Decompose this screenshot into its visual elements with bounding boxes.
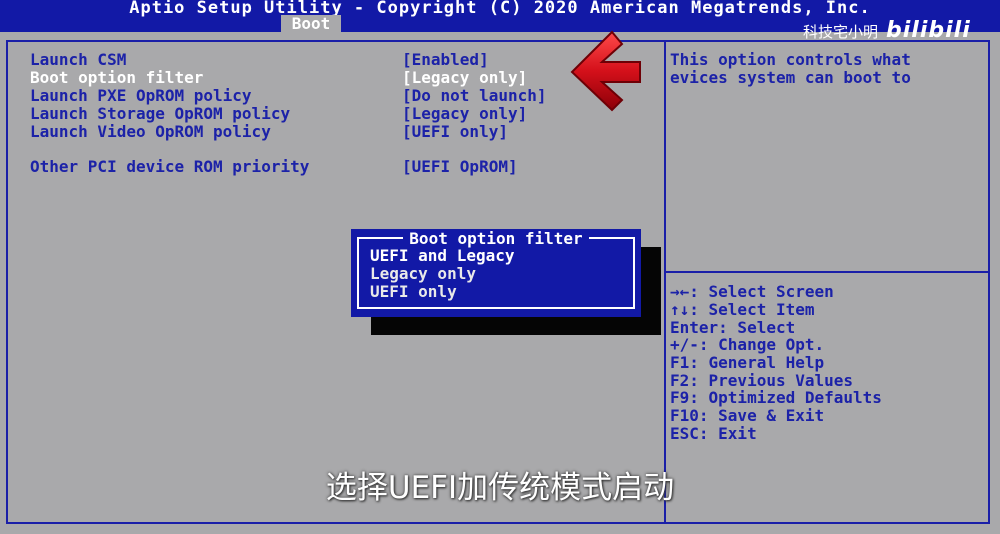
setting-value[interactable]: [Do not launch] (402, 86, 547, 105)
red-arrow-left-icon (570, 30, 641, 112)
setting-value[interactable]: [UEFI only] (402, 122, 508, 141)
bilibili-logo-icon: bilibili (886, 18, 971, 43)
setting-value[interactable]: [Legacy only] (402, 104, 527, 123)
setting-label: Other PCI device ROM priority (30, 157, 310, 176)
setting-label: Boot option filter (30, 68, 204, 87)
setting-value[interactable]: [Enabled] (402, 50, 489, 69)
popup-option-legacy-only[interactable]: Legacy only (370, 264, 476, 283)
setting-value[interactable]: [UEFI OpROM] (402, 157, 518, 176)
key-hint: F10: Save & Exit (670, 406, 825, 425)
popup-option-uefi-and-legacy[interactable]: UEFI and Legacy (370, 246, 515, 265)
tab-boot[interactable]: Boot (281, 15, 341, 32)
setting-label: Launch CSM (30, 50, 127, 69)
video-subtitle: 选择UEFI加传统模式启动 (325, 470, 675, 506)
popup-option-uefi-only[interactable]: UEFI only (370, 282, 457, 301)
help-description-line-1: This option controls what (670, 50, 911, 69)
key-hint: F9: Optimized Defaults (670, 388, 882, 407)
watermark-channel: 科技宅小明 (803, 23, 879, 41)
setting-label: Launch Video OpROM policy (30, 122, 271, 141)
setting-label: Launch PXE OpROM policy (30, 86, 252, 105)
key-hint: →←: Select Screen (670, 282, 834, 301)
video-watermark: 科技宅小明 bilibili (803, 18, 971, 43)
key-hint: ↑↓: Select Item (670, 300, 815, 319)
boot-option-filter-popup: Boot option filter UEFI and Legacy Legac… (351, 229, 641, 317)
help-separator (666, 271, 990, 273)
bios-title: Aptio Setup Utility - Copyright (C) 2020… (129, 0, 871, 18)
help-description-line-2: evices system can boot to (670, 68, 911, 87)
key-hint: F1: General Help (670, 353, 825, 372)
key-hint: ESC: Exit (670, 424, 757, 443)
panel-divider (664, 40, 666, 524)
setting-label: Launch Storage OpROM policy (30, 104, 291, 123)
key-hint: +/-: Change Opt. (670, 335, 825, 354)
setting-value[interactable]: [Legacy only] (402, 68, 527, 87)
